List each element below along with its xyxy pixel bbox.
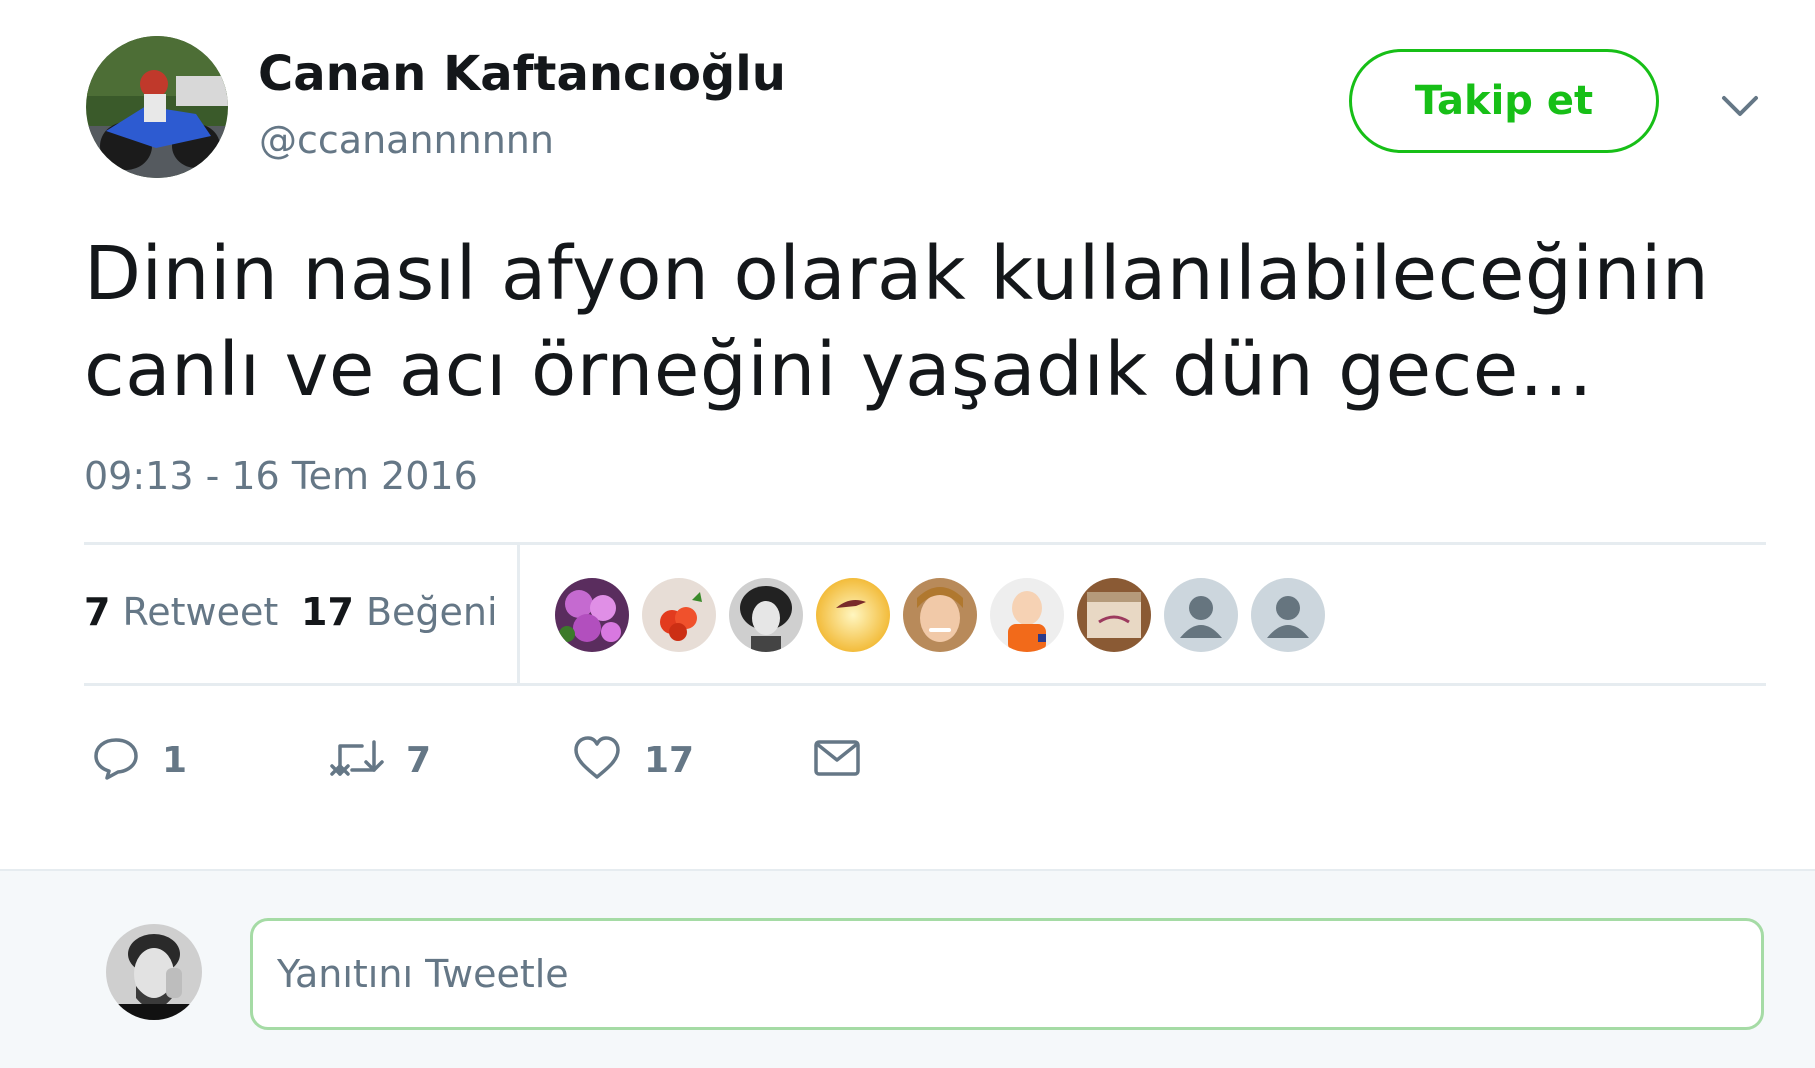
yellow-bird-avatar[interactable]	[816, 578, 890, 652]
current-user-avatar[interactable]	[106, 924, 202, 1020]
like-label: Beğeni	[365, 590, 498, 634]
default-avatar[interactable]	[1251, 578, 1325, 652]
default-avatar[interactable]	[1164, 578, 1238, 652]
reply-count: 1	[162, 739, 188, 781]
retweet-label: Retweet	[122, 590, 279, 634]
woman-avatar[interactable]	[903, 578, 977, 652]
author-display-name[interactable]: Canan Kaftancıoğlu	[258, 44, 786, 104]
stats-divider-top	[84, 542, 1766, 545]
direct-message-button[interactable]	[812, 732, 862, 788]
like-action-count: 17	[644, 739, 695, 781]
tweet-timestamp[interactable]: 09:13 - 16 Tem 2016	[84, 452, 478, 500]
like-button[interactable]: 17	[572, 732, 694, 788]
chevron-down-icon[interactable]	[1718, 90, 1762, 124]
like-stat[interactable]: 17 Beğeni	[301, 588, 498, 636]
baby-avatar[interactable]	[990, 578, 1064, 652]
like-count: 17	[301, 590, 354, 634]
stats-divider-bottom	[84, 683, 1766, 686]
tweet-text: Dinin nasıl afyon olarak kullanılabilece…	[84, 231, 1710, 413]
reply-input[interactable]	[250, 918, 1764, 1030]
author-avatar[interactable]	[86, 36, 228, 178]
bw-portrait-avatar[interactable]	[729, 578, 803, 652]
heart-icon	[572, 734, 622, 786]
stats-divider-vertical	[517, 545, 520, 683]
retweet-icon	[330, 734, 384, 786]
envelope-icon	[812, 736, 862, 784]
retweet-count: 7	[84, 590, 111, 634]
flowers-avatar[interactable]	[555, 578, 629, 652]
author-handle[interactable]: @ccanannnnnn	[259, 116, 554, 164]
retweet-action-count: 7	[406, 739, 432, 781]
retweet-button[interactable]: 7	[330, 732, 431, 788]
tweet-page: Canan Kaftancıoğlu @ccanannnnnn Takip et…	[0, 0, 1815, 1068]
box-avatar[interactable]	[1077, 578, 1151, 652]
reply-icon	[92, 734, 140, 786]
retweet-stat[interactable]: 7 Retweet	[84, 588, 278, 636]
follow-button[interactable]: Takip et	[1349, 49, 1659, 153]
reply-button[interactable]: 1	[92, 732, 187, 788]
red-roses-avatar[interactable]	[642, 578, 716, 652]
